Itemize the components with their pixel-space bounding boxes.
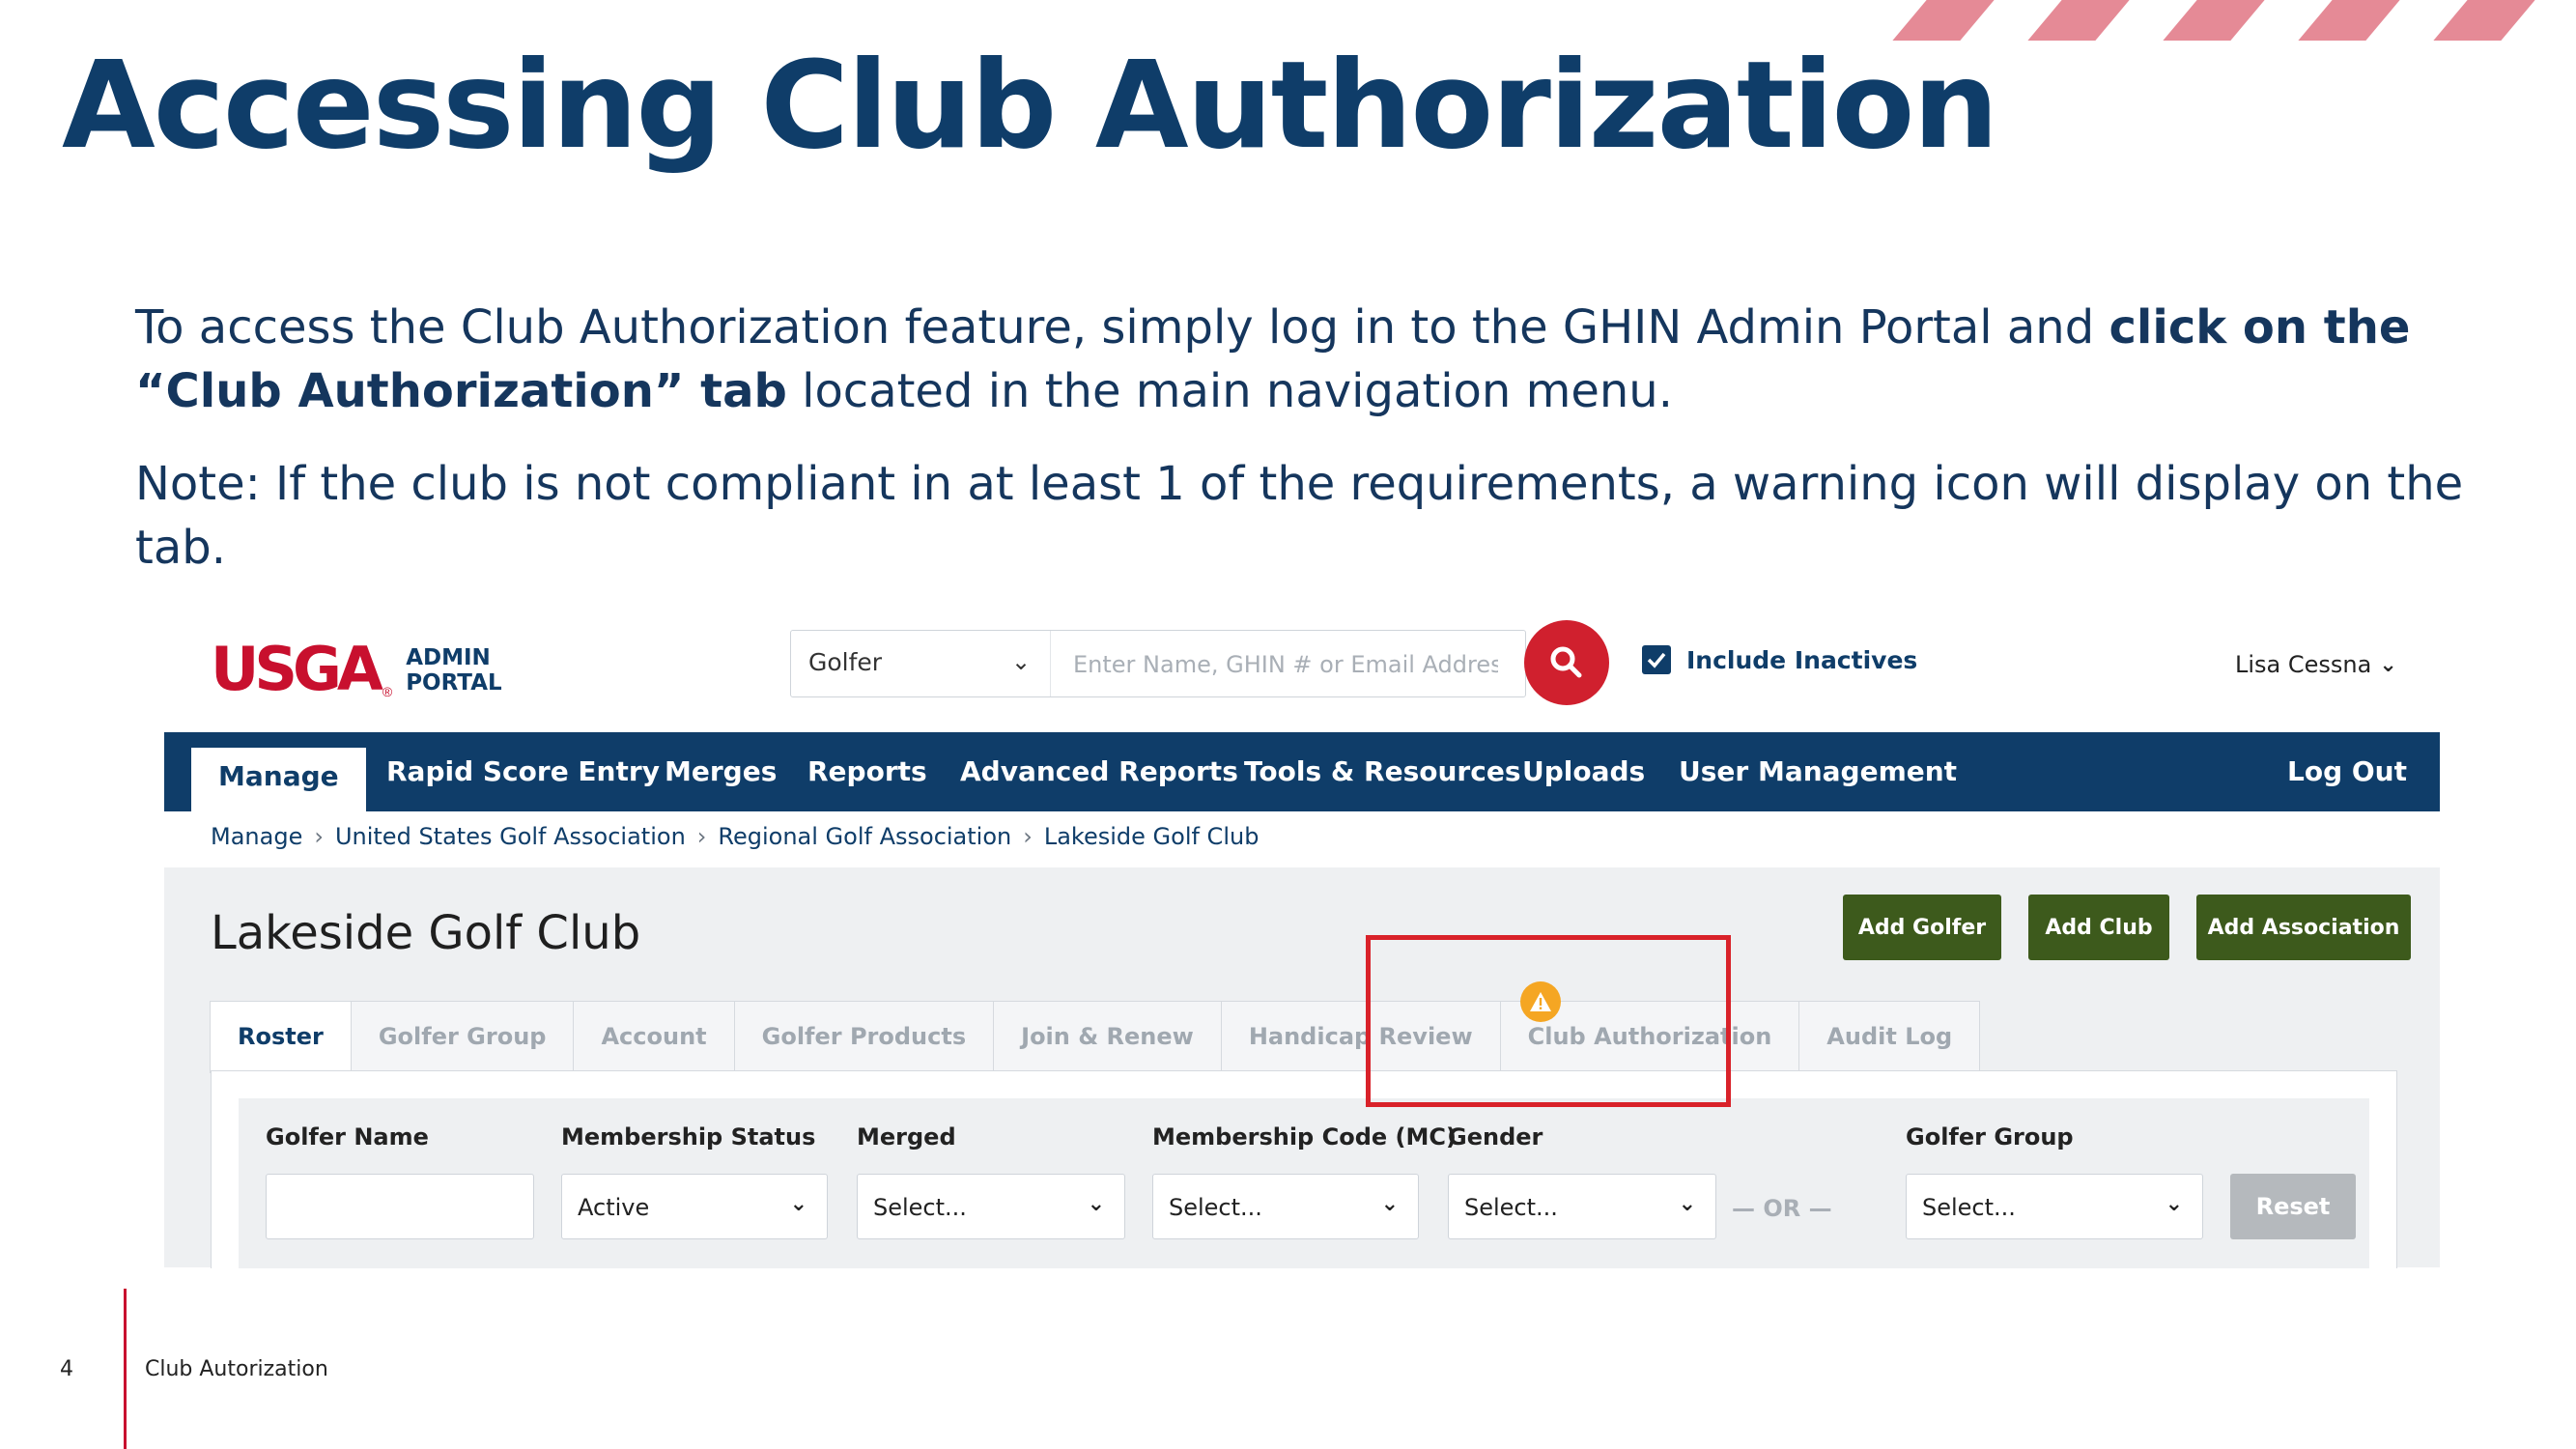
search-input[interactable] bbox=[1071, 646, 1500, 683]
breadcrumb-separator: › bbox=[1023, 823, 1033, 850]
admin-portal-screenshot: USGA ® ADMINPORTAL Golfer ⌄ Include Inac… bbox=[164, 599, 2440, 1268]
breadcrumb: Manage › United States Golf Association › Re… bbox=[211, 823, 1259, 850]
user-menu[interactable]: Lisa Cessna ⌄ bbox=[2235, 651, 2397, 678]
gender-label: Gender bbox=[1448, 1123, 1543, 1151]
add-association-button[interactable]: Add Association bbox=[2196, 895, 2411, 960]
tab-audit-log[interactable]: Audit Log bbox=[1798, 1001, 1981, 1071]
usga-logo-mark: USGA bbox=[211, 634, 383, 704]
chevron-down-icon: ⌄ bbox=[2165, 1192, 2183, 1216]
usga-admin-portal-logo[interactable]: USGA ® ADMIN PORTAL bbox=[211, 634, 502, 704]
user-name: Lisa Cessna bbox=[2235, 651, 2372, 678]
include-inactives-checkbox[interactable] bbox=[1642, 645, 1671, 674]
tab-account[interactable]: Account bbox=[573, 1001, 735, 1071]
add-golfer-button[interactable]: Add Golfer bbox=[1843, 895, 2001, 960]
club-authorization-highlight-box bbox=[1366, 935, 1731, 1107]
footer-divider bbox=[124, 1289, 127, 1449]
nav-merges[interactable]: Merges bbox=[665, 732, 777, 811]
tab-join-renew[interactable]: Join & Renew bbox=[993, 1001, 1222, 1071]
golfer-group-value: Select... bbox=[1922, 1194, 2016, 1221]
gender-value: Select... bbox=[1464, 1194, 1558, 1221]
roster-panel: Golfer Name Membership Status Active ⌄ M… bbox=[211, 1070, 2397, 1268]
tab-roster[interactable]: Roster bbox=[210, 1001, 352, 1073]
checkmark-icon bbox=[1647, 652, 1666, 668]
membership-code-label: Membership Code (MC) bbox=[1152, 1123, 1457, 1151]
gender-select[interactable]: Select... ⌄ bbox=[1448, 1174, 1716, 1239]
tab-golfer-products[interactable]: Golfer Products bbox=[733, 1001, 995, 1071]
breadcrumb-manage[interactable]: Manage bbox=[211, 823, 302, 850]
note-paragraph: Note: If the club is not compliant in at… bbox=[135, 457, 2464, 575]
merged-value: Select... bbox=[873, 1194, 967, 1221]
search-type-select[interactable]: Golfer bbox=[808, 648, 882, 676]
nav-advanced-reports[interactable]: Advanced Reports bbox=[960, 732, 1238, 811]
instruction-paragraph: To access the Club Authorization feature… bbox=[135, 296, 2473, 423]
search-button[interactable] bbox=[1524, 620, 1609, 705]
membership-code-value: Select... bbox=[1169, 1194, 1262, 1221]
instruction-text-end: located in the main navigation menu. bbox=[786, 364, 1673, 418]
nav-uploads[interactable]: Uploads bbox=[1522, 732, 1645, 811]
decorative-stripes bbox=[1881, 0, 2576, 41]
golfer-name-label: Golfer Name bbox=[266, 1123, 429, 1151]
reset-button[interactable]: Reset bbox=[2230, 1174, 2356, 1239]
portal-label: PORTAL bbox=[406, 670, 502, 696]
admin-portal-label: ADMIN PORTAL bbox=[406, 645, 501, 699]
breadcrumb-separator: › bbox=[696, 823, 707, 850]
admin-label: ADMIN bbox=[406, 645, 491, 670]
registered-mark: ® bbox=[382, 684, 393, 699]
membership-status-label: Membership Status bbox=[561, 1123, 816, 1151]
membership-status-value: Active bbox=[578, 1194, 650, 1221]
roster-filters: Golfer Name Membership Status Active ⌄ M… bbox=[239, 1098, 2369, 1268]
chevron-down-icon: ⌄ bbox=[1087, 1192, 1105, 1216]
chevron-down-icon: ⌄ bbox=[2379, 652, 2397, 677]
or-separator: — OR — bbox=[1732, 1195, 1832, 1222]
merged-label: Merged bbox=[857, 1123, 956, 1151]
page-number: 4 bbox=[60, 1357, 73, 1381]
search-bar: Golfer ⌄ bbox=[790, 630, 1526, 697]
nav-log-out[interactable]: Log Out bbox=[2287, 732, 2407, 811]
include-inactives-toggle[interactable]: Include Inactives bbox=[1642, 645, 1917, 674]
slide-title: Accessing Club Authorization bbox=[62, 36, 1998, 176]
footer-title: Club Autorization bbox=[145, 1357, 328, 1381]
membership-code-select[interactable]: Select... ⌄ bbox=[1152, 1174, 1419, 1239]
breadcrumb-regional[interactable]: Regional Golf Association bbox=[718, 823, 1011, 850]
breadcrumb-club[interactable]: Lakeside Golf Club bbox=[1044, 823, 1260, 850]
nav-tools-resources[interactable]: Tools & Resources bbox=[1244, 732, 1520, 811]
page-title: Lakeside Golf Club bbox=[211, 906, 641, 960]
golfer-name-input[interactable] bbox=[266, 1174, 534, 1239]
instruction-text: To access the Club Authorization feature… bbox=[135, 300, 2109, 355]
chevron-down-icon: ⌄ bbox=[1380, 1192, 1399, 1216]
chevron-down-icon: ⌄ bbox=[1678, 1192, 1696, 1216]
merged-select[interactable]: Select... ⌄ bbox=[857, 1174, 1125, 1239]
search-icon bbox=[1550, 646, 1582, 678]
nav-rapid-score-entry[interactable]: Rapid Score Entry bbox=[386, 732, 660, 811]
search-divider bbox=[1050, 631, 1051, 696]
golfer-group-label: Golfer Group bbox=[1906, 1123, 2074, 1151]
golfer-group-select[interactable]: Select... ⌄ bbox=[1906, 1174, 2203, 1239]
chevron-down-icon: ⌄ bbox=[789, 1192, 807, 1216]
nav-manage[interactable]: Manage bbox=[191, 748, 366, 811]
breadcrumb-usga[interactable]: United States Golf Association bbox=[335, 823, 686, 850]
add-club-button[interactable]: Add Club bbox=[2028, 895, 2169, 960]
include-inactives-label: Include Inactives bbox=[1686, 645, 1918, 674]
main-navigation: Manage Rapid Score Entry Merges Reports … bbox=[164, 732, 2440, 811]
club-content: Lakeside Golf Club Add Golfer Add Club A… bbox=[164, 867, 2440, 1268]
chevron-down-icon[interactable]: ⌄ bbox=[1011, 648, 1031, 676]
breadcrumb-separator: › bbox=[314, 823, 324, 850]
tab-golfer-group[interactable]: Golfer Group bbox=[350, 1001, 575, 1071]
nav-user-management[interactable]: User Management bbox=[1679, 732, 1957, 811]
nav-reports[interactable]: Reports bbox=[807, 732, 927, 811]
membership-status-select[interactable]: Active ⌄ bbox=[561, 1174, 828, 1239]
